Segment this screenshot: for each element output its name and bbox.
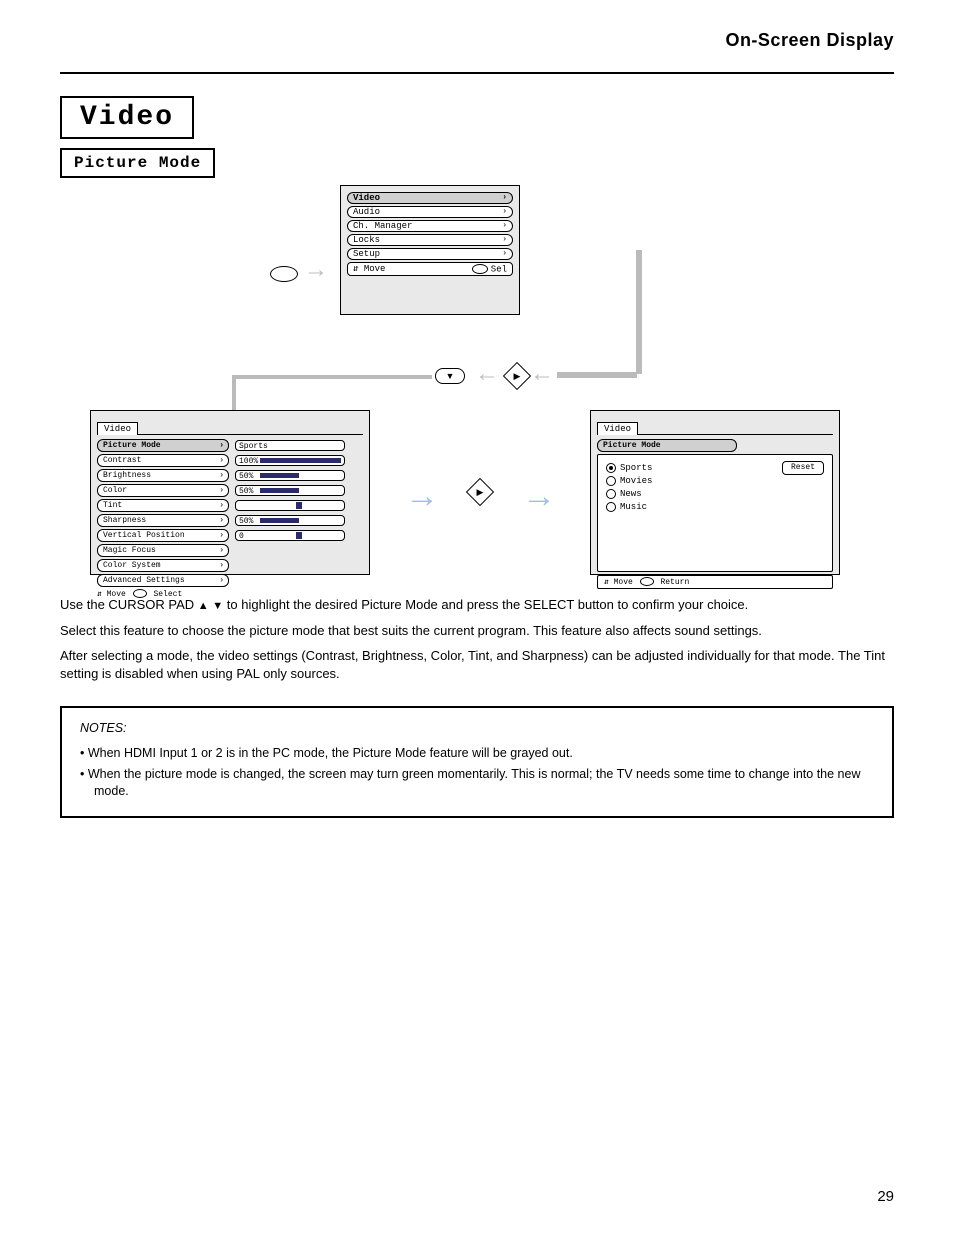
chapter-label: On-Screen Display <box>725 30 894 51</box>
value-vertical-position: 0 <box>235 530 345 541</box>
paragraph-1: Use the CURSOR PAD ▲ ▼ to highlight the … <box>60 596 894 614</box>
radio-empty-icon <box>606 476 616 486</box>
row-magic-focus[interactable]: Magic Focus› <box>97 544 229 557</box>
main-menu-hint: ⇵ Move Sel <box>347 262 513 276</box>
menu-item-setup[interactable]: Setup› <box>347 248 513 260</box>
value-tint <box>235 500 345 511</box>
cursor-right-icon: ▶ <box>466 478 494 506</box>
main-menu-screen: Video› Audio› Ch. Manager› Locks› Setup›… <box>340 185 520 315</box>
row-brightness[interactable]: Brightness› <box>97 469 229 482</box>
radio-filled-icon <box>606 463 616 473</box>
picture-mode-modal: Video Picture Mode Sports Reset Movies N… <box>590 410 840 575</box>
paragraph-2: Select this feature to choose the pictur… <box>60 622 894 640</box>
flow-arrow-icon: ← <box>475 360 499 388</box>
picture-mode-heading: Picture Mode <box>597 439 737 452</box>
value-brightness: 50% <box>235 470 345 481</box>
subsection-title-picture-mode: Picture Mode <box>60 148 215 178</box>
page-number: 29 <box>877 1188 894 1205</box>
menu-item-locks[interactable]: Locks› <box>347 234 513 246</box>
video-detail-screen: Video Picture Mode› Sports Contrast› 100… <box>90 410 370 575</box>
value-sharpness: 50% <box>235 515 345 526</box>
picture-mode-hint: ⇵ Move Return <box>597 575 833 589</box>
paragraph-3: After selecting a mode, the video settin… <box>60 647 894 682</box>
picture-mode-tab-label: Video <box>597 422 638 435</box>
option-news[interactable]: News <box>606 487 824 500</box>
menu-item-video[interactable]: Video› <box>347 192 513 204</box>
section-title-video: Video <box>60 96 194 139</box>
reset-button[interactable]: Reset <box>782 461 824 475</box>
row-color-system[interactable]: Color System› <box>97 559 229 572</box>
cursor-down-icon: ▼ <box>435 368 465 384</box>
cursor-right-icon: ▶ <box>503 362 531 390</box>
body-text: Use the CURSOR PAD ▲ ▼ to highlight the … <box>60 596 894 818</box>
row-picture-mode[interactable]: Picture Mode› <box>97 439 229 452</box>
row-vertical-position[interactable]: Vertical Position› <box>97 529 229 542</box>
row-color[interactable]: Color› <box>97 484 229 497</box>
row-sharpness[interactable]: Sharpness› <box>97 514 229 527</box>
notes-title: NOTES: <box>80 720 874 737</box>
radio-empty-icon <box>606 502 616 512</box>
video-tab-label: Video <box>97 422 138 435</box>
flow-arrow-icon: → <box>304 256 328 284</box>
notes-box: NOTES: When HDMI Input 1 or 2 is in the … <box>60 706 894 818</box>
flow-diagram: → Video› Audio› Ch. Manager› Locks› Setu… <box>60 180 894 580</box>
menu-item-audio[interactable]: Audio› <box>347 206 513 218</box>
row-contrast[interactable]: Contrast› <box>97 454 229 467</box>
flow-arrow-icon: → <box>405 477 439 516</box>
option-music[interactable]: Music <box>606 500 824 513</box>
option-sports[interactable]: Sports Reset <box>606 461 824 474</box>
flow-arrow-icon: → <box>522 477 556 516</box>
note-item: When the picture mode is changed, the sc… <box>80 766 874 800</box>
value-picture-mode: Sports <box>235 440 345 451</box>
flow-arrow-icon: ← <box>530 360 554 388</box>
value-color: 50% <box>235 485 345 496</box>
menu-button-icon <box>270 266 298 282</box>
option-movies[interactable]: Movies <box>606 474 824 487</box>
value-contrast: 100% <box>235 455 345 466</box>
row-advanced-settings[interactable]: Advanced Settings› <box>97 574 229 587</box>
radio-empty-icon <box>606 489 616 499</box>
menu-item-ch-manager[interactable]: Ch. Manager› <box>347 220 513 232</box>
row-tint[interactable]: Tint› <box>97 499 229 512</box>
note-item: When HDMI Input 1 or 2 is in the PC mode… <box>80 745 874 762</box>
